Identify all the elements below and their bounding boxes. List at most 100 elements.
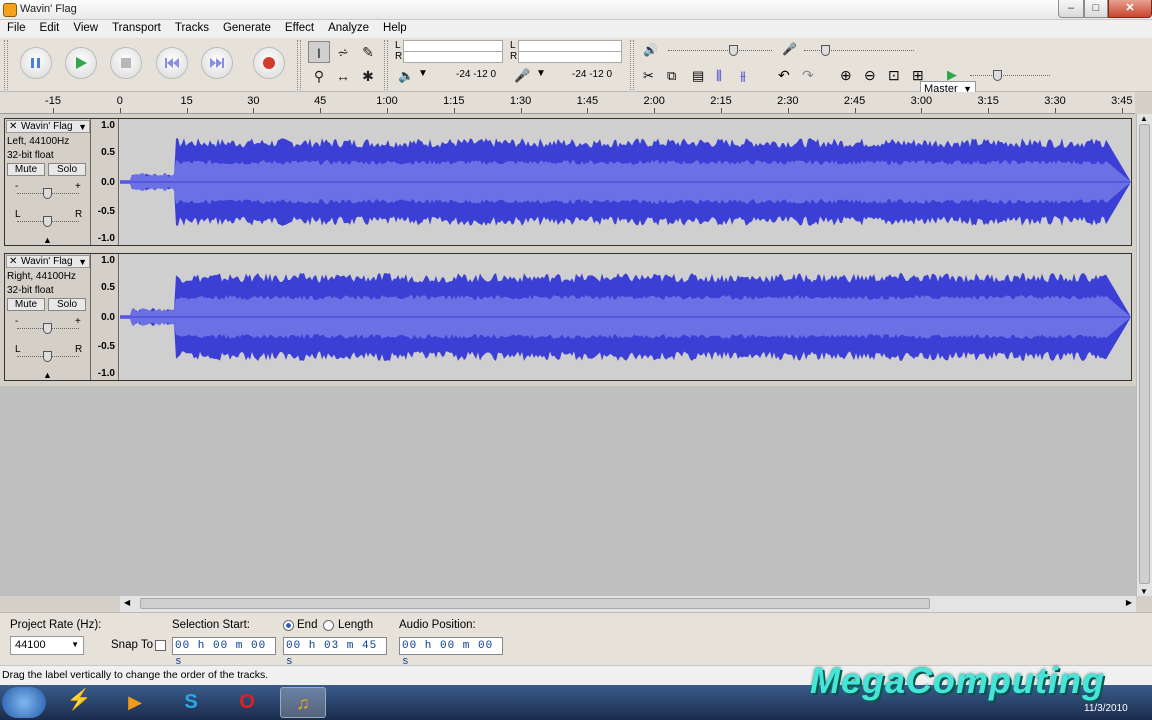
- input-volume-thumb[interactable]: [821, 45, 830, 56]
- track-name-menu[interactable]: ✕ Wavin' Flag ▼: [6, 120, 90, 133]
- multi-tool-icon[interactable]: ✱: [357, 65, 379, 87]
- scroll-left-icon[interactable]: ◀: [124, 598, 130, 607]
- length-radio[interactable]: [323, 620, 334, 631]
- fit-project-icon[interactable]: ⊞: [912, 67, 924, 84]
- play-at-speed-icon[interactable]: ▶: [947, 67, 957, 83]
- project-rate-select[interactable]: 44100 ▼: [10, 636, 84, 655]
- menu-transport[interactable]: Transport: [105, 20, 168, 38]
- silence-icon[interactable]: ⫵: [740, 68, 746, 84]
- menu-help[interactable]: Help: [376, 20, 414, 38]
- menu-edit[interactable]: Edit: [33, 20, 67, 38]
- toolbar-grip[interactable]: [297, 40, 301, 90]
- toolbar-grip[interactable]: [384, 40, 388, 90]
- gain-thumb[interactable]: [43, 188, 52, 199]
- menu-view[interactable]: View: [66, 20, 105, 38]
- skip-to-end-button[interactable]: [201, 47, 233, 79]
- empty-track-area[interactable]: [0, 386, 1136, 596]
- scroll-down-icon[interactable]: ▼: [1140, 587, 1148, 596]
- output-volume-slider[interactable]: [668, 50, 772, 52]
- paste-icon[interactable]: ▤: [692, 68, 704, 84]
- output-volume-thumb[interactable]: [729, 45, 738, 56]
- menu-generate[interactable]: Generate: [216, 20, 278, 38]
- selection-end-value: 00 h 03 m 45 s: [286, 640, 378, 668]
- copy-icon[interactable]: ⧉: [667, 68, 676, 84]
- selection-end-field[interactable]: 00 h 03 m 45 s: [283, 637, 387, 668]
- collapse-track-icon[interactable]: ▲: [43, 235, 52, 245]
- pan-thumb[interactable]: [43, 216, 52, 227]
- close-track-icon[interactable]: ✕: [9, 256, 17, 268]
- speaker-icon[interactable]: 🔈: [398, 68, 414, 84]
- pan-thumb[interactable]: [43, 351, 52, 362]
- chevron-down-icon[interactable]: ▼: [418, 68, 428, 79]
- end-radio[interactable]: [283, 620, 294, 631]
- close-window-button[interactable]: ✕: [1108, 0, 1152, 18]
- ruler-tick-mark: [1055, 108, 1056, 113]
- zoom-in-icon[interactable]: ⊕: [840, 67, 852, 84]
- chevron-down-icon[interactable]: ▼: [78, 256, 87, 268]
- mute-button[interactable]: Mute: [7, 298, 45, 311]
- audio-track-left[interactable]: ✕ Wavin' Flag ▼ Left, 44100Hz 32-bit flo…: [4, 118, 1132, 246]
- toolbar-grip[interactable]: [4, 40, 8, 90]
- ruler-tick-mark: [453, 108, 455, 113]
- toolbar-grip[interactable]: [630, 40, 634, 90]
- selection-tool-icon[interactable]: I: [308, 41, 330, 63]
- scroll-up-icon[interactable]: ▲: [1140, 114, 1148, 123]
- pause-button[interactable]: [20, 47, 52, 79]
- close-track-icon[interactable]: ✕: [9, 121, 17, 133]
- ruler-tick-mark: [1121, 108, 1123, 113]
- ruler-tick-mark: [854, 108, 856, 113]
- play-speed-thumb[interactable]: [993, 70, 1002, 81]
- opera-icon[interactable]: O: [224, 687, 270, 718]
- microphone-icon[interactable]: 🎤: [514, 68, 530, 84]
- skip-to-start-button[interactable]: [156, 47, 188, 79]
- waveform-display[interactable]: [120, 254, 1131, 380]
- horizontal-scrollbar[interactable]: ◀ ▶: [120, 596, 1136, 612]
- selection-start-field[interactable]: 00 h 00 m 00 s: [172, 637, 276, 668]
- record-button[interactable]: [253, 47, 285, 79]
- timeline-ruler[interactable]: -15 0 15 30 45 1:00 1:15 1:30 1:45 2:00 2:15 2:30 2:…: [0, 92, 1135, 114]
- mute-button[interactable]: Mute: [7, 163, 45, 176]
- solo-button[interactable]: Solo: [48, 298, 86, 311]
- audio-position-value: 00 h 00 m 00 s: [402, 640, 494, 668]
- gain-thumb[interactable]: [43, 323, 52, 334]
- menu-tracks[interactable]: Tracks: [168, 20, 216, 38]
- snap-to-checkbox[interactable]: [155, 640, 166, 651]
- cut-icon[interactable]: ✂: [643, 68, 654, 84]
- solo-button[interactable]: Solo: [48, 163, 86, 176]
- play-button[interactable]: [65, 47, 97, 79]
- zoom-tool-icon[interactable]: ⚲: [308, 65, 330, 87]
- taskbar-app-icon[interactable]: ⚡: [56, 687, 102, 718]
- stop-button[interactable]: [110, 47, 142, 79]
- draw-tool-icon[interactable]: ✎: [357, 41, 379, 63]
- trim-icon[interactable]: ⫼: [716, 68, 722, 84]
- time-shift-tool-icon[interactable]: ↔: [332, 65, 354, 87]
- redo-icon[interactable]: ↷: [802, 67, 814, 84]
- menu-analyze[interactable]: Analyze: [321, 20, 376, 38]
- start-button[interactable]: [2, 687, 46, 718]
- chevron-down-icon[interactable]: ▼: [78, 121, 87, 133]
- menu-file[interactable]: File: [0, 20, 33, 38]
- vertical-scrollbar[interactable]: ▲ ▼: [1136, 114, 1152, 596]
- fit-selection-icon[interactable]: ⊡: [888, 67, 900, 84]
- ruler-tick-label: 0: [116, 95, 123, 107]
- zoom-out-icon[interactable]: ⊖: [864, 67, 876, 84]
- media-player-icon[interactable]: ▶: [112, 687, 158, 718]
- waveform-display[interactable]: [120, 119, 1131, 245]
- chevron-down-icon[interactable]: ▼: [536, 68, 546, 79]
- audio-position-field[interactable]: 00 h 00 m 00 s: [399, 637, 503, 668]
- undo-icon[interactable]: ↶: [778, 67, 790, 84]
- envelope-tool-icon[interactable]: ⩫: [332, 41, 354, 63]
- pan-left-label: L: [15, 344, 21, 355]
- skype-icon[interactable]: S: [168, 687, 214, 718]
- collapse-track-icon[interactable]: ▲: [43, 370, 52, 380]
- audacity-taskbar-icon[interactable]: ♫: [280, 687, 326, 718]
- audio-track-right[interactable]: ✕ Wavin' Flag ▼ Right, 44100Hz 32-bit fl…: [4, 253, 1132, 381]
- vertical-scroll-thumb[interactable]: [1139, 124, 1150, 584]
- horizontal-scroll-thumb[interactable]: [140, 598, 930, 609]
- menu-effect[interactable]: Effect: [278, 20, 321, 38]
- play-speed-slider[interactable]: [970, 75, 1050, 77]
- scroll-right-icon[interactable]: ▶: [1126, 598, 1132, 607]
- minimize-button[interactable]: –: [1058, 0, 1084, 18]
- maximize-button[interactable]: □: [1084, 0, 1108, 18]
- track-name-menu[interactable]: ✕ Wavin' Flag ▼: [6, 255, 90, 268]
